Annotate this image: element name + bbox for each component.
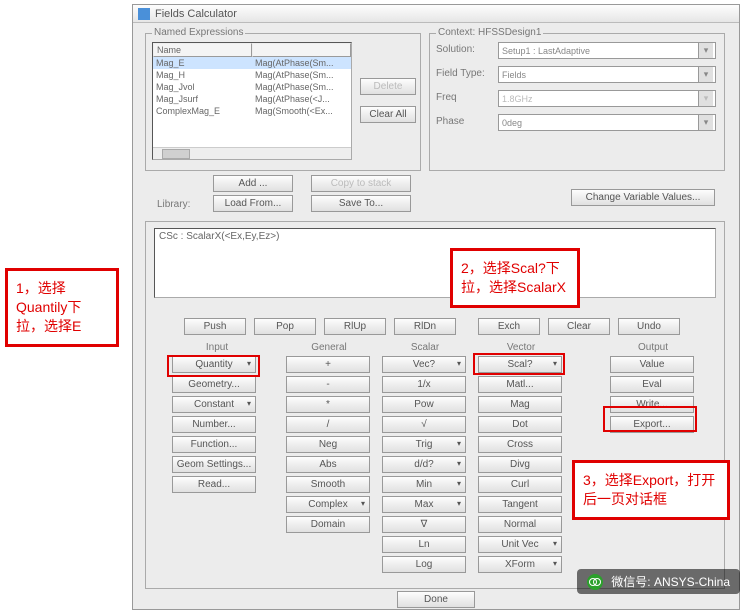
load-from-button[interactable]: Load From...	[213, 195, 293, 212]
list-row[interactable]: Mag_JsurfMag(AtPhase(<J...	[153, 93, 351, 105]
watermark: 微信号: ANSYS-China	[577, 569, 740, 594]
xform-button[interactable]: XForm	[478, 556, 562, 573]
ln-button[interactable]: Ln	[382, 536, 466, 553]
domain-button[interactable]: Domain	[286, 516, 370, 533]
normal-button[interactable]: Normal	[478, 516, 562, 533]
geometry-button[interactable]: Geometry...	[172, 376, 256, 393]
change-variable-values-button[interactable]: Change Variable Values...	[571, 189, 715, 206]
context-frame: Context: HFSSDesign1 Solution: Setup1 : …	[429, 33, 725, 171]
pow-button[interactable]: Pow	[382, 396, 466, 413]
add-button[interactable]: Add ...	[213, 175, 293, 192]
inv-button[interactable]: 1/x	[382, 376, 466, 393]
vec-button[interactable]: Vec?	[382, 356, 466, 373]
scal-button[interactable]: Scal?	[478, 356, 562, 373]
stack-frame: CSc : ScalarX(<Ex,Ey,Ez>) Push Pop RlUp …	[145, 221, 725, 589]
col-input: Input	[172, 342, 262, 353]
list-row[interactable]: Mag_JvolMag(AtPhase(Sm...	[153, 81, 351, 93]
col-vector: Vector	[476, 342, 566, 353]
stack-listbox[interactable]: CSc : ScalarX(<Ex,Ey,Ez>)	[154, 228, 716, 298]
geom-settings-button[interactable]: Geom Settings...	[172, 456, 256, 473]
ddt-button[interactable]: d/d?	[382, 456, 466, 473]
read-button[interactable]: Read...	[172, 476, 256, 493]
named-expressions-list[interactable]: Name Mag_EMag(AtPhase(Sm... Mag_HMag(AtP…	[152, 42, 352, 160]
named-expressions-label: Named Expressions	[152, 27, 245, 38]
log-button[interactable]: Log	[382, 556, 466, 573]
matl-button[interactable]: Matl...	[478, 376, 562, 393]
list-row[interactable]: Mag_EMag(AtPhase(Sm...	[153, 57, 351, 69]
clear-button[interactable]: Clear	[548, 318, 610, 335]
context-label: Context: HFSSDesign1	[436, 27, 543, 38]
col-name[interactable]: Name	[153, 43, 252, 57]
solution-combo[interactable]: Setup1 : LastAdaptive	[498, 42, 716, 59]
copy-to-stack-button: Copy to stack	[311, 175, 411, 192]
field-type-label: Field Type:	[436, 68, 485, 79]
eval-button[interactable]: Eval	[610, 376, 694, 393]
freq-combo[interactable]: 1.8GHz	[498, 90, 716, 107]
quantity-button[interactable]: Quantity	[172, 356, 256, 373]
mult-button[interactable]: *	[286, 396, 370, 413]
done-button[interactable]: Done	[397, 591, 475, 608]
abs-button[interactable]: Abs	[286, 456, 370, 473]
rldn-button[interactable]: RlDn	[394, 318, 456, 335]
solution-label: Solution:	[436, 44, 475, 55]
trig-button[interactable]: Trig	[382, 436, 466, 453]
col-general: General	[284, 342, 374, 353]
neg-button[interactable]: Neg	[286, 436, 370, 453]
callout-1: 1，选择Quantily下拉，选择E	[5, 268, 119, 347]
div-button[interactable]: /	[286, 416, 370, 433]
stack-top-entry: CSc : ScalarX(<Ex,Ey,Ez>)	[159, 231, 279, 242]
scrollbar-horizontal[interactable]	[153, 147, 351, 159]
export-button[interactable]: Export...	[610, 416, 694, 433]
smooth-button[interactable]: Smooth	[286, 476, 370, 493]
window-title: Fields Calculator	[155, 8, 237, 20]
mag-button[interactable]: Mag	[478, 396, 562, 413]
exch-button[interactable]: Exch	[478, 318, 540, 335]
push-button[interactable]: Push	[184, 318, 246, 335]
wechat-icon	[587, 574, 603, 590]
plus-button[interactable]: +	[286, 356, 370, 373]
app-icon	[138, 8, 150, 20]
dot-button[interactable]: Dot	[478, 416, 562, 433]
phase-label: Phase	[436, 116, 464, 127]
unitvec-button[interactable]: Unit Vec	[478, 536, 562, 553]
max-button[interactable]: Max	[382, 496, 466, 513]
minus-button[interactable]: -	[286, 376, 370, 393]
delete-button: Delete	[360, 78, 416, 95]
pop-button[interactable]: Pop	[254, 318, 316, 335]
curl-button[interactable]: Curl	[478, 476, 562, 493]
named-expressions-frame: Named Expressions Name Mag_EMag(AtPhase(…	[145, 33, 421, 171]
callout-3: 3，选择Export，打开后一页对话框	[572, 460, 730, 520]
callout-2: 2，选择Scal?下拉，选择ScalarX	[450, 248, 580, 308]
phase-combo[interactable]: 0deg	[498, 114, 716, 131]
grad-button[interactable]: ∇	[382, 516, 466, 533]
constant-button[interactable]: Constant	[172, 396, 256, 413]
freq-label: Freq	[436, 92, 457, 103]
col-expr[interactable]	[252, 43, 351, 57]
undo-button[interactable]: Undo	[618, 318, 680, 335]
function-button[interactable]: Function...	[172, 436, 256, 453]
sqrt-button[interactable]: √	[382, 416, 466, 433]
min-button[interactable]: Min	[382, 476, 466, 493]
field-type-combo[interactable]: Fields	[498, 66, 716, 83]
list-row[interactable]: ComplexMag_EMag(Smooth(<Ex...	[153, 105, 351, 117]
divg-button[interactable]: Divg	[478, 456, 562, 473]
value-button[interactable]: Value	[610, 356, 694, 373]
cross-button[interactable]: Cross	[478, 436, 562, 453]
clear-all-button[interactable]: Clear All	[360, 106, 416, 123]
number-button[interactable]: Number...	[172, 416, 256, 433]
tangent-button[interactable]: Tangent	[478, 496, 562, 513]
save-to-button[interactable]: Save To...	[311, 195, 411, 212]
rlup-button[interactable]: RlUp	[324, 318, 386, 335]
list-row[interactable]: Mag_HMag(AtPhase(Sm...	[153, 69, 351, 81]
titlebar: Fields Calculator	[133, 5, 739, 23]
write-button[interactable]: Write...	[610, 396, 694, 413]
col-output: Output	[608, 342, 698, 353]
complex-button[interactable]: Complex	[286, 496, 370, 513]
library-label: Library:	[157, 199, 190, 210]
col-scalar: Scalar	[380, 342, 470, 353]
